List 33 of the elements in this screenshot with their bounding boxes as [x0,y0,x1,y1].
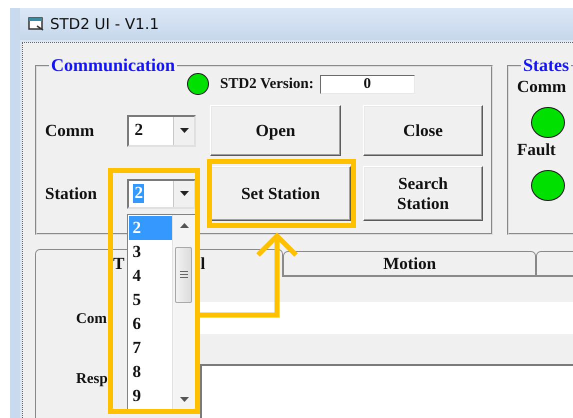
scrollbar[interactable] [172,214,196,410]
scroll-up-icon[interactable] [180,222,189,228]
window-title: STD2 UI - V1.1 [50,15,160,33]
dropdown-option[interactable]: 9 [129,384,172,408]
command-field[interactable] [200,302,573,334]
grip-icon [180,271,188,278]
caret-icon [180,191,188,196]
scroll-thumb[interactable] [175,246,192,302]
dropdown-button[interactable] [173,180,194,206]
dropdown-option[interactable]: 8 [129,360,172,384]
search-station-button[interactable]: Search Station [363,166,483,221]
field-label: Com [76,311,107,327]
field-label: Station [45,184,98,204]
indicator-label: Fault [517,140,557,160]
dropdown-field[interactable]: 2 [127,114,196,146]
set-station-button[interactable]: Set Station [210,166,351,221]
close-button[interactable]: Close [363,105,483,156]
version-field[interactable]: 0 [320,74,415,94]
dropdown-option[interactable]: 4 [129,264,172,288]
dropdown-option[interactable]: 7 [129,336,172,360]
indicator-label: Comm [517,77,568,97]
field-label: STD2 Version: [220,76,314,92]
dropdown-option[interactable]: 3 [129,240,172,264]
caret-icon [180,128,188,133]
tab[interactable]: Motion [283,251,536,276]
dropdown-button[interactable] [173,116,194,144]
scroll-down-icon[interactable] [180,396,189,402]
field-label: Resp [76,371,108,387]
dropdown-option[interactable]: 6 [129,312,172,336]
open-button[interactable]: Open [210,105,341,156]
dropdown-option[interactable]: 5 [129,288,172,312]
field-label: Comm [45,120,96,140]
app-icon [28,17,44,31]
